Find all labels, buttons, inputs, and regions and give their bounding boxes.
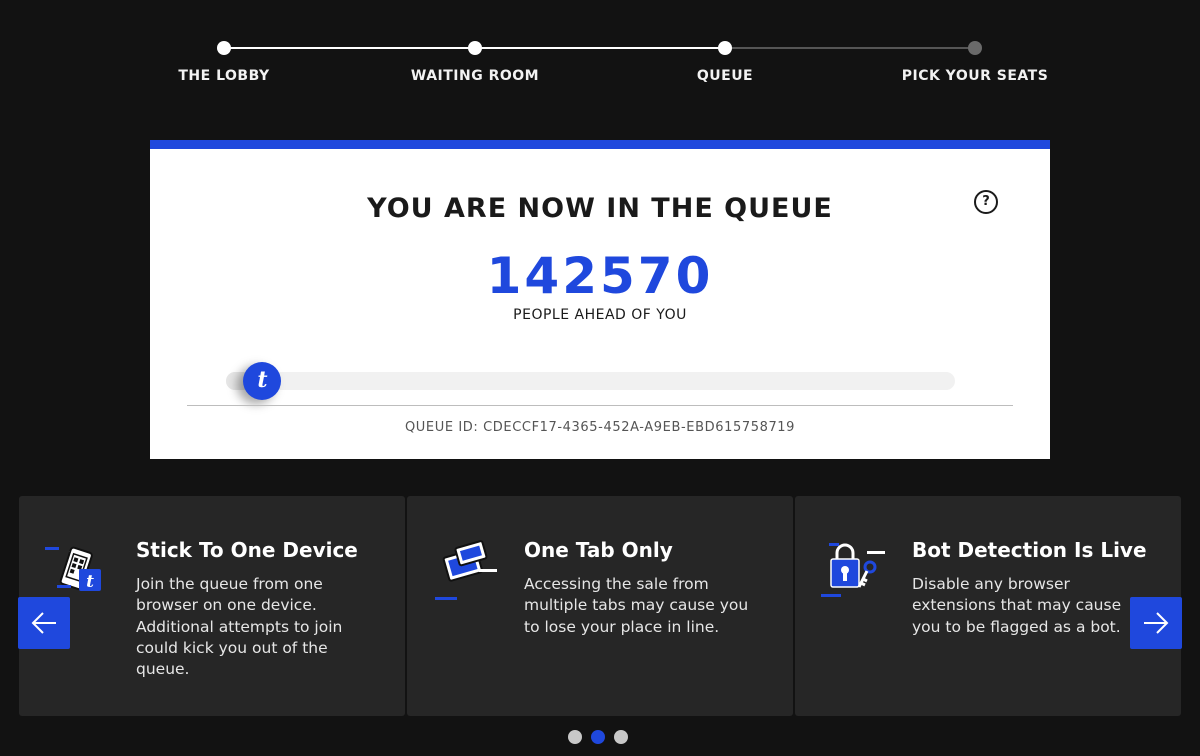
svg-text:t: t — [86, 572, 94, 592]
ticketmaster-logo-icon: t — [243, 362, 282, 400]
tip-title-one-tab: One Tab Only — [524, 538, 673, 562]
tip-text-bot-detection: Disable any browser extensions that may … — [912, 575, 1122, 636]
lock-icon — [821, 543, 885, 597]
carousel-next-button[interactable] — [1130, 597, 1182, 649]
queue-id: QUEUE ID: CDECCF17-4365-452A-A9EB-EBD615… — [404, 420, 796, 435]
step-label-pick-seats: PICK YOUR SEATS — [901, 68, 1049, 84]
carousel-prev-button[interactable] — [18, 597, 70, 649]
people-ahead-label: PEOPLE AHEAD OF YOU — [513, 307, 687, 323]
progress-stepper: THE LOBBY WAITING ROOM QUEUE PICK YOUR S… — [0, 0, 1200, 100]
queue-progress-bar: t — [226, 362, 955, 400]
step-dot-pick-seats — [968, 41, 982, 55]
stepper-line-2 — [475, 47, 725, 49]
tabs-icon — [435, 540, 497, 600]
queue-page: THE LOBBY WAITING ROOM QUEUE PICK YOUR S… — [0, 0, 1200, 756]
queue-card: YOU ARE NOW IN THE QUEUE ? 142570 PEOPLE… — [150, 140, 1050, 459]
help-icon[interactable]: ? — [974, 190, 998, 214]
tip-text-one-tab: Accessing the sale from multiple tabs ma… — [524, 575, 749, 636]
tip-card-bot-detection: Bot Detection Is Live Disable any browse… — [795, 496, 1181, 716]
step-label-waiting-room: WAITING ROOM — [410, 68, 540, 84]
arrow-right-icon — [1144, 612, 1169, 634]
card-divider — [187, 405, 1013, 406]
step-label-queue: QUEUE — [696, 68, 754, 84]
carousel-dot-3[interactable] — [614, 730, 628, 744]
tip-text-one-device: Join the queue from one browser on one d… — [136, 575, 343, 679]
tip-card-one-device: t Stick To One Device Join the queue fro… — [19, 496, 405, 716]
tip-title-bot-detection: Bot Detection Is Live — [912, 538, 1147, 562]
tip-card-one-tab: One Tab Only Accessing the sale from mul… — [407, 496, 793, 716]
carousel-dot-2[interactable] — [591, 730, 605, 744]
queue-title: YOU ARE NOW IN THE QUEUE — [367, 193, 833, 224]
step-dot-queue — [718, 41, 732, 55]
step-label-lobby: THE LOBBY — [178, 68, 270, 84]
stepper-line-1 — [224, 47, 475, 49]
arrow-left-icon — [31, 612, 56, 634]
stepper-line-3 — [725, 47, 975, 49]
phone-icon: t — [45, 546, 101, 592]
carousel-pagination — [568, 730, 638, 746]
people-ahead-count: 142570 — [486, 247, 714, 305]
tip-title-one-device: Stick To One Device — [136, 538, 358, 562]
step-dot-lobby — [217, 41, 231, 55]
carousel-dot-1[interactable] — [568, 730, 582, 744]
step-dot-waiting-room — [468, 41, 482, 55]
